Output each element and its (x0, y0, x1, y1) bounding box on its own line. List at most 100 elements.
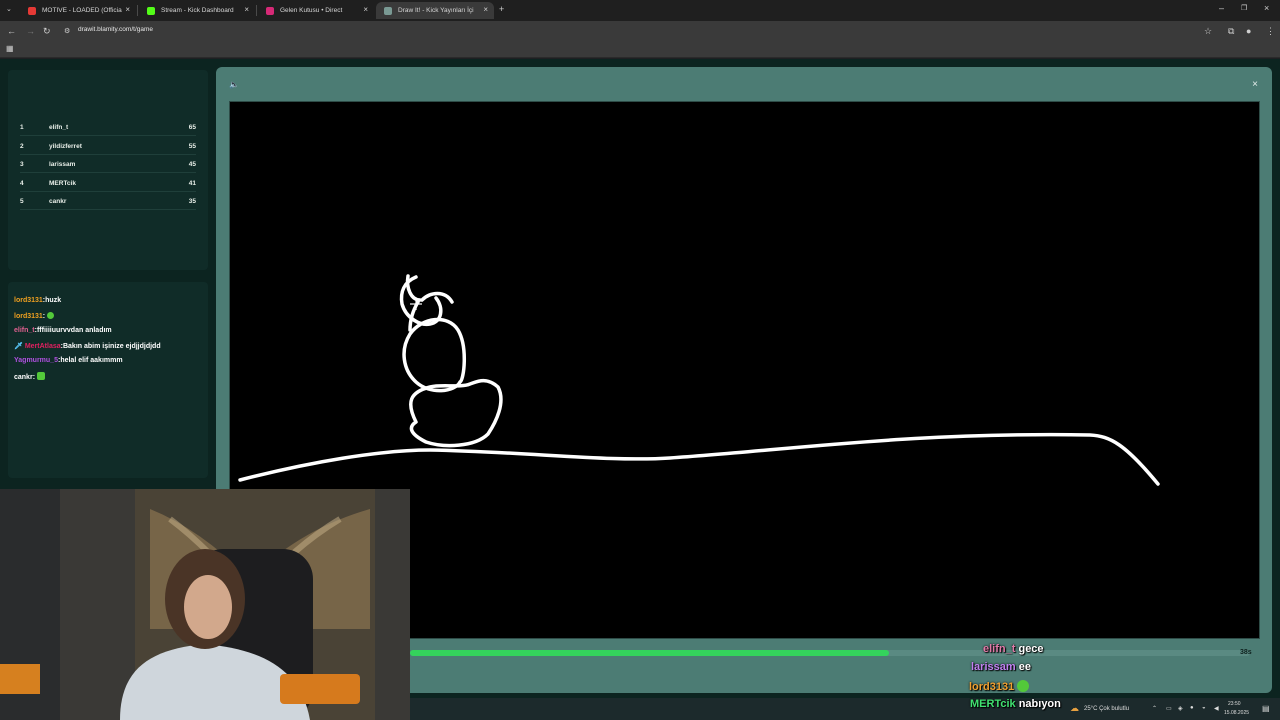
close-icon[interactable]: × (483, 5, 488, 14)
tab-instagram-direct[interactable]: Gelen Kutusu • Direct × (258, 2, 374, 19)
clock-time[interactable]: 23:50 (1228, 701, 1241, 707)
clock-date[interactable]: 15.08.2025 (1224, 710, 1249, 716)
chat-username: lord3131 (14, 297, 43, 304)
chat-username: lord3131 (969, 681, 1015, 693)
chat-message: lord3131: (14, 312, 55, 320)
tab-kick-dashboard[interactable]: Stream - Kick Dashboard × (139, 2, 255, 19)
speaker-icon[interactable]: 🔈 (229, 80, 239, 89)
notification-icon[interactable]: ▤ (1262, 704, 1270, 713)
tab-label: Stream - Kick Dashboard (161, 7, 234, 14)
rank: 3 (20, 161, 24, 168)
chat-text: huzk (45, 297, 62, 304)
chat-message: cankr: (14, 372, 46, 381)
chat-message: lord3131:huzk (14, 297, 62, 304)
menu-icon[interactable]: ⋮ (1266, 26, 1275, 37)
weather-text[interactable]: 25°C Çok bulutlu (1084, 706, 1129, 712)
chat-text: helal elif aakımmm (60, 357, 123, 364)
rank: 4 (20, 180, 24, 187)
sword-badge-icon: 🗡 (14, 343, 23, 350)
new-tab-icon[interactable]: + (499, 4, 504, 14)
chat-text: gece (1018, 643, 1044, 655)
forward-icon[interactable]: → (26, 26, 35, 36)
chat-text: nabıyon (1018, 698, 1061, 710)
draw-it-icon (384, 6, 392, 15)
close-icon[interactable]: × (125, 5, 130, 14)
webcam-image (0, 489, 410, 720)
overlay-chat-message: MERTcik nabıyon (970, 698, 1061, 710)
smile-emote-icon (47, 312, 55, 319)
chat-username: lord3131 (14, 313, 43, 320)
player-name: yildizferret (49, 143, 82, 150)
address-bar: ← → ↻ ⚙ ☆ ⧉ ● ⋮ (0, 21, 1280, 42)
emote-icon (37, 372, 46, 380)
youtube-icon (28, 6, 36, 15)
close-icon[interactable]: × (363, 5, 368, 14)
tab-label: MOTIVE - LOADED (Officia (42, 7, 122, 14)
window-close-icon[interactable]: × (1264, 3, 1269, 13)
chat-message: elifn_t:fffiiiiuurvvdan anladım (14, 327, 112, 334)
bluetooth-icon[interactable]: ◈ (1178, 705, 1183, 712)
leaderboard-row: 3 larissam 45 (20, 161, 196, 175)
tab-draw-it[interactable]: Draw It! - Kick Yayınları İçi × (376, 2, 494, 19)
browser-tab-bar: ⌄ MOTIVE - LOADED (Officia × Stream - Ki… (0, 0, 1280, 21)
overlay-chat-message: lord3131 (969, 680, 1030, 693)
overlay-chat-message: larissam ee (971, 661, 1031, 673)
minimize-icon[interactable]: – (1219, 3, 1224, 13)
close-icon[interactable]: × (244, 5, 249, 14)
player-name: cankr (49, 198, 67, 205)
player-score: 35 (188, 198, 196, 205)
url-text[interactable]: drawit.blamity.com/t/game (78, 26, 153, 33)
chat-text: fffiiiiuurvvdan anladım (36, 327, 112, 334)
kick-icon (147, 6, 155, 15)
rank: 1 (20, 124, 24, 131)
reload-icon[interactable]: ↻ (43, 26, 51, 37)
rank: 2 (20, 143, 24, 150)
profile-avatar[interactable]: ● (1246, 26, 1251, 36)
windows-taskbar: ☁ 25°C Çok bulutlu ⌃ ▭ ◈ ● ◒ ◀ 23:50 15.… (410, 698, 1280, 720)
chat-text: Bakın abim işinize ejdjjdjdjdd (62, 343, 161, 350)
chat-username: elifn_t (14, 327, 35, 334)
apps-grid-icon[interactable]: ▦ (6, 44, 14, 53)
player-score: 65 (188, 124, 196, 131)
leaderboard-row: 1 elifn_t 65 (20, 124, 196, 138)
bookmarks-bar: ▦ (0, 42, 1280, 58)
chat-text: ee (1018, 661, 1031, 673)
bookmark-star-icon[interactable]: ☆ (1204, 26, 1212, 37)
round-progress-fill (410, 650, 889, 656)
chat-message: 🗡 MertAtlasa:Bakın abim işinize ejdjjdjd… (14, 343, 161, 350)
tab-label: Draw It! - Kick Yayınları İçi (398, 7, 474, 14)
chat-username: MertAtlasa (24, 343, 61, 350)
wifi-icon[interactable]: ◒ (1202, 705, 1206, 711)
mic-icon[interactable]: ● (1190, 705, 1194, 711)
player-score: 45 (188, 161, 196, 168)
site-info-icon[interactable]: ⚙ (64, 27, 70, 35)
chat-username: cankr (14, 374, 33, 381)
network-icon[interactable]: ▭ (1166, 705, 1172, 712)
round-timer: 38s (1240, 649, 1252, 656)
player-name: larissam (49, 161, 76, 168)
instagram-icon (266, 6, 274, 15)
leaderboard-row: 2 yildizferret 55 (20, 143, 196, 157)
volume-icon[interactable]: ◀ (1214, 705, 1219, 712)
tray-chevron-icon[interactable]: ⌃ (1152, 705, 1157, 712)
weather-icon: ☁ (1070, 703, 1079, 713)
chat-username: elifn_t (983, 643, 1016, 655)
close-icon[interactable]: × (1252, 79, 1258, 90)
overlay-chat-message: elifn_t gece (983, 643, 1044, 655)
round-progress-bar (410, 650, 1250, 656)
player-score: 41 (188, 180, 196, 187)
chat-username: larissam (971, 661, 1016, 673)
chat-username: MERTcik (970, 698, 1016, 710)
extensions-icon[interactable]: ⧉ (1228, 26, 1234, 37)
maximize-icon[interactable]: ❐ (1241, 4, 1247, 12)
leaderboard-row: 5 cankr 35 (20, 198, 196, 212)
chat-message: Yagmurmu_5:helal elif aakımmm (14, 357, 123, 364)
player-name: MERTcik (49, 180, 76, 187)
tab-search-icon[interactable]: ⌄ (6, 5, 12, 13)
back-icon[interactable]: ← (7, 26, 16, 36)
chat-username: Yagmurmu_5 (14, 357, 58, 364)
player-score: 55 (188, 143, 196, 150)
webcam-overlay (0, 489, 410, 720)
smile-emote-icon (1017, 680, 1030, 692)
tab-motive[interactable]: MOTIVE - LOADED (Officia × (20, 2, 136, 19)
